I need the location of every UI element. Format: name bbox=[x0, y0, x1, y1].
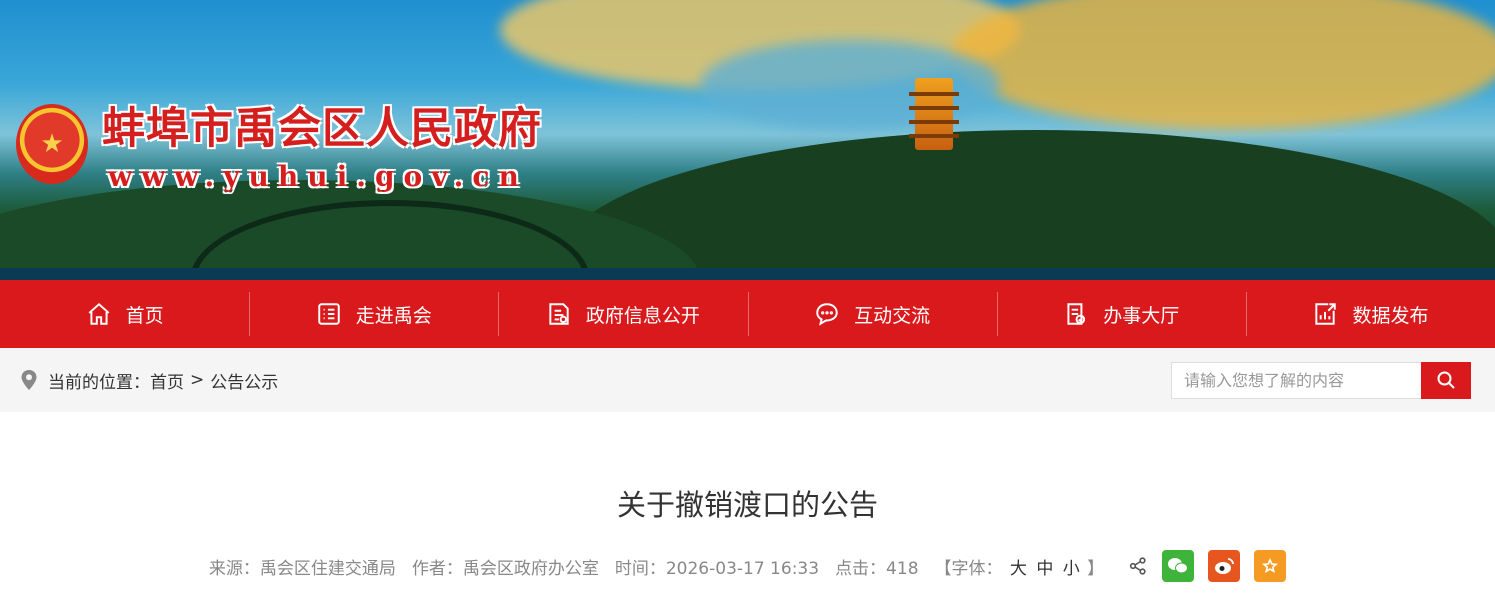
search-input[interactable] bbox=[1171, 361, 1421, 399]
share-bar bbox=[1128, 550, 1287, 582]
checklist-icon bbox=[1063, 301, 1089, 327]
font-size-medium-button[interactable]: 中 bbox=[1036, 559, 1053, 579]
list-icon bbox=[316, 301, 342, 327]
banner-cloud bbox=[950, 0, 1495, 130]
chat-icon bbox=[814, 301, 840, 327]
search-button[interactable] bbox=[1421, 361, 1471, 399]
nav-item-gov-info[interactable]: 政府信息公开 bbox=[498, 280, 747, 348]
main-nav: 首页 走进禹会 政府信息公开 互动交流 办事大厅 数据发布 bbox=[0, 280, 1495, 348]
nav-item-label: 数据发布 bbox=[1352, 304, 1429, 327]
nav-item-home[interactable]: 首页 bbox=[0, 280, 249, 348]
header-banner: ★ 蚌埠市禹会区人民政府 www.yuhui.gov.cn bbox=[0, 0, 1495, 280]
search-icon bbox=[1437, 371, 1455, 389]
nav-item-interaction[interactable]: 互动交流 bbox=[747, 280, 997, 348]
chart-icon bbox=[1312, 301, 1338, 327]
banner-cloud bbox=[700, 40, 1000, 130]
banner-water bbox=[0, 268, 1495, 280]
font-size-control: 【字体： 大 中 小 】 bbox=[935, 554, 1105, 579]
nav-item-label: 互动交流 bbox=[854, 304, 931, 327]
breadcrumb-current-link[interactable]: 公告公示 bbox=[210, 368, 278, 393]
breadcrumb-bar: 当前的位置： 首页 > 公告公示 bbox=[0, 348, 1495, 412]
breadcrumb-separator: > bbox=[190, 370, 205, 390]
article-title: 关于撤销渡口的公告 bbox=[616, 488, 878, 522]
breadcrumb: 当前的位置： 首页 > 公告公示 bbox=[20, 368, 278, 393]
font-size-label-open: 【字体： bbox=[934, 558, 1003, 579]
article-source: 来源：禹会区住建交通局 bbox=[208, 558, 396, 579]
weibo-share-icon[interactable] bbox=[1208, 550, 1241, 582]
font-size-large-button[interactable]: 大 bbox=[1010, 559, 1027, 579]
nav-item-label: 走进禹会 bbox=[355, 304, 432, 327]
article-time: 时间：2026-03-17 16:33 bbox=[614, 558, 820, 579]
favorite-star-icon[interactable] bbox=[1254, 550, 1287, 582]
location-pin-icon bbox=[21, 370, 37, 390]
wechat-share-icon[interactable] bbox=[1162, 550, 1195, 582]
nav-item-label: 政府信息公开 bbox=[585, 304, 700, 327]
breadcrumb-home-link[interactable]: 首页 bbox=[150, 368, 184, 393]
article-meta: 来源：禹会区住建交通局 作者：禹会区政府办公室 时间：2026-03-17 16… bbox=[0, 550, 1495, 582]
nav-item-data-release[interactable]: 数据发布 bbox=[1245, 280, 1495, 348]
share-icon[interactable] bbox=[1128, 556, 1148, 576]
site-logo[interactable]: ★ 蚌埠市禹会区人民政府 www.yuhui.gov.cn bbox=[16, 94, 542, 193]
site-url: www.yuhui.gov.cn bbox=[108, 160, 528, 193]
national-emblem-icon: ★ bbox=[16, 103, 88, 184]
pagoda-image bbox=[909, 78, 959, 150]
search-box bbox=[1171, 361, 1471, 399]
font-size-small-button[interactable]: 小 bbox=[1063, 559, 1080, 579]
font-size-label-close: 】 bbox=[1087, 558, 1105, 579]
home-icon bbox=[86, 301, 112, 327]
nav-item-service-hall[interactable]: 办事大厅 bbox=[996, 280, 1246, 348]
nav-item-label: 首页 bbox=[125, 304, 164, 327]
site-name: 蚌埠市禹会区人民政府 bbox=[102, 104, 542, 154]
article-author: 作者：禹会区政府办公室 bbox=[411, 558, 599, 579]
nav-item-label: 办事大厅 bbox=[1103, 304, 1180, 327]
banner-hill bbox=[560, 130, 1495, 280]
breadcrumb-prefix: 当前的位置： bbox=[48, 372, 150, 393]
nav-item-about[interactable]: 走进禹会 bbox=[249, 280, 498, 348]
article-clicks: 点击：418 bbox=[835, 558, 919, 579]
document-icon bbox=[546, 301, 572, 327]
